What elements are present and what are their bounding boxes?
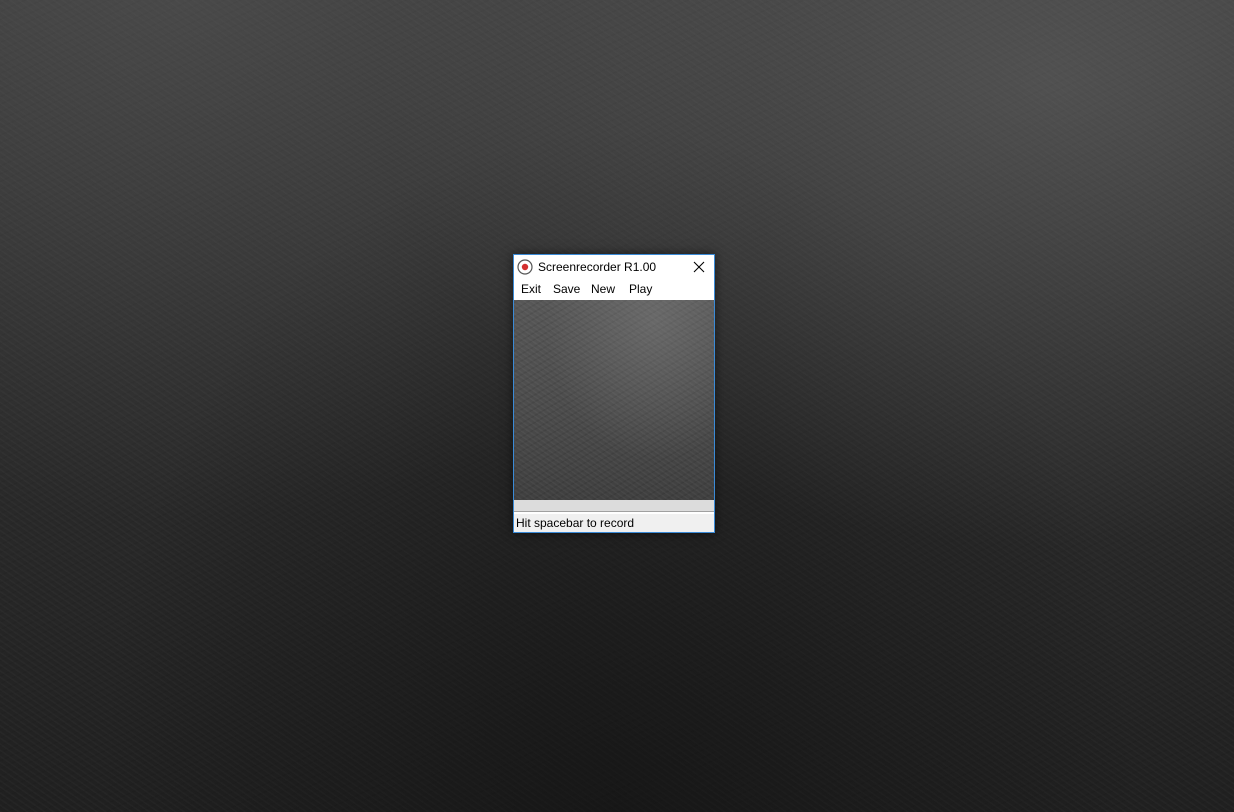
menu-new[interactable]: New	[591, 282, 615, 297]
status-text: Hit spacebar to record	[516, 516, 635, 530]
menu-save[interactable]: Save	[553, 282, 580, 297]
desktop: { "window": { "title": "Screenrecorder R…	[0, 0, 1234, 812]
menu-play[interactable]: Play	[629, 282, 652, 297]
screenrecorder-window: Screenrecorder R1.00 Exit Save New Play …	[513, 254, 715, 533]
menu-bar: Exit Save New Play	[514, 279, 714, 300]
horizontal-scrollbar[interactable]	[514, 500, 714, 512]
capture-preview[interactable]	[514, 300, 714, 500]
close-icon	[693, 261, 705, 273]
menu-exit[interactable]: Exit	[521, 282, 541, 297]
record-icon	[517, 259, 533, 275]
close-button[interactable]	[684, 255, 714, 279]
window-title: Screenrecorder R1.00	[538, 260, 657, 274]
status-bar: Hit spacebar to record	[514, 513, 714, 532]
title-bar[interactable]: Screenrecorder R1.00	[514, 255, 714, 279]
